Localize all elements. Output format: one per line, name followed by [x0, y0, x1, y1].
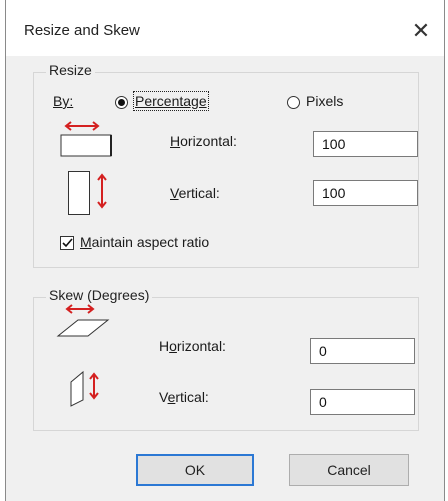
percentage-radio[interactable] — [115, 96, 128, 109]
skew-vertical-label: Vertical: — [159, 389, 209, 405]
resize-group-title: Resize — [46, 62, 95, 78]
resize-skew-dialog: Resize and Skew ✕ Resize By: Percentage … — [5, 0, 445, 501]
window-title: Resize and Skew — [24, 22, 140, 39]
cancel-button[interactable]: Cancel — [289, 454, 409, 486]
vertical-skew-icon — [70, 370, 99, 407]
percentage-label[interactable]: Percentage — [133, 91, 209, 111]
close-button[interactable]: ✕ — [406, 16, 436, 46]
skew-vertical-input[interactable] — [310, 389, 415, 415]
maintain-aspect-label[interactable]: Maintain aspect ratio — [80, 234, 209, 250]
resize-horizontal-input[interactable] — [313, 131, 418, 157]
ok-button[interactable]: OK — [136, 454, 254, 486]
vertical-resize-icon — [68, 171, 107, 215]
resize-group: Resize By: Percentage Pixels Horizontal:… — [33, 62, 419, 268]
pixels-radio[interactable] — [287, 96, 300, 109]
pixels-label[interactable]: Pixels — [306, 93, 343, 109]
maintain-aspect-checkbox[interactable] — [60, 236, 74, 250]
checkmark-icon — [62, 238, 73, 248]
skew-group: Skew (Degrees) Horizontal: Vertical: — [33, 287, 419, 431]
skew-group-title: Skew (Degrees) — [46, 287, 153, 303]
resize-horizontal-label: Horizontal: — [170, 133, 237, 149]
skew-horizontal-input[interactable] — [310, 338, 415, 364]
horizontal-skew-icon — [56, 304, 110, 337]
title-bar: Resize and Skew ✕ — [6, 0, 444, 56]
resize-vertical-input[interactable] — [313, 180, 418, 206]
horizontal-resize-icon — [60, 121, 112, 157]
skew-horizontal-label: Horizontal: — [159, 338, 226, 354]
resize-vertical-label: Vertical: — [170, 185, 220, 201]
by-label: By: — [53, 93, 74, 109]
